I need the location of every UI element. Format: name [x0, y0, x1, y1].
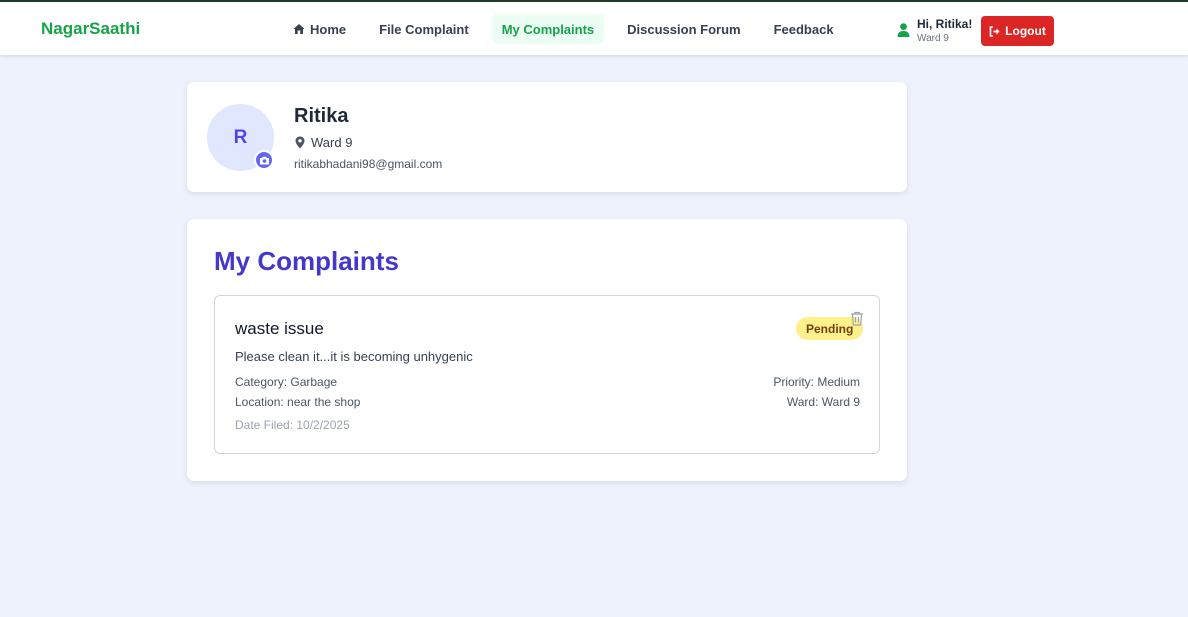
nav-home-label: Home [310, 21, 347, 37]
complaint-priority: Priority: Medium [773, 375, 860, 389]
avatar-initial: R [233, 126, 248, 148]
user-icon [897, 23, 910, 37]
complaint-ward: Ward: Ward 9 [786, 395, 860, 409]
profile-ward-label: Ward 9 [311, 135, 353, 150]
nav-file-complaint[interactable]: File Complaint [369, 14, 479, 44]
profile-ward: Ward 9 [295, 135, 352, 150]
change-photo-button[interactable] [254, 150, 274, 170]
logout-button[interactable]: Logout [981, 16, 1054, 46]
nav-home[interactable]: Home [283, 14, 356, 44]
location-pin-icon [295, 136, 305, 149]
nav-discussion-forum[interactable]: Discussion Forum [617, 14, 750, 44]
nav-feedback[interactable]: Feedback [764, 14, 844, 44]
brand-logo[interactable]: NagarSaathi [41, 19, 140, 39]
camera-icon [259, 156, 269, 164]
section-title: My Complaints [214, 246, 399, 276]
nav-my-complaints-label: My Complaints [501, 21, 595, 37]
profile-name: Ritika [294, 105, 349, 127]
nav-my-complaints[interactable]: My Complaints [491, 14, 605, 44]
complaints-card: My Complaints waste issue Pending Please… [187, 219, 907, 481]
nav-feedback-label: Feedback [773, 21, 834, 37]
nav-file-complaint-label: File Complaint [379, 21, 469, 37]
profile-card: R Ritika Ward 9 ritikabhadani98@gmail.co… [187, 82, 907, 192]
top-navbar: NagarSaathi Home File Complaint My Compl… [0, 0, 1188, 55]
user-info: Hi, Ritika! Ward 9 [897, 17, 972, 45]
complaint-item[interactable]: waste issue Pending Please clean it...it… [214, 295, 880, 454]
complaint-title: waste issue [235, 319, 324, 338]
main-nav: Home File Complaint My Complaints Discus… [283, 14, 857, 44]
profile-email: ritikabhadani98@gmail.com [294, 157, 443, 171]
nav-discussion-forum-label: Discussion Forum [627, 21, 741, 37]
complaint-category: Category: Garbage [235, 375, 338, 389]
complaint-date: Date Filed: 10/2/2025 [235, 418, 350, 432]
complaint-description: Please clean it...it is becoming unhygen… [235, 349, 473, 364]
user-ward: Ward 9 [917, 33, 949, 44]
logout-label: Logout [1005, 24, 1046, 38]
logout-icon [989, 25, 1000, 37]
user-greeting: Hi, Ritika! [917, 17, 973, 31]
home-icon [293, 24, 305, 34]
delete-icon[interactable] [850, 311, 864, 326]
complaint-location: Location: near the shop [235, 395, 361, 409]
